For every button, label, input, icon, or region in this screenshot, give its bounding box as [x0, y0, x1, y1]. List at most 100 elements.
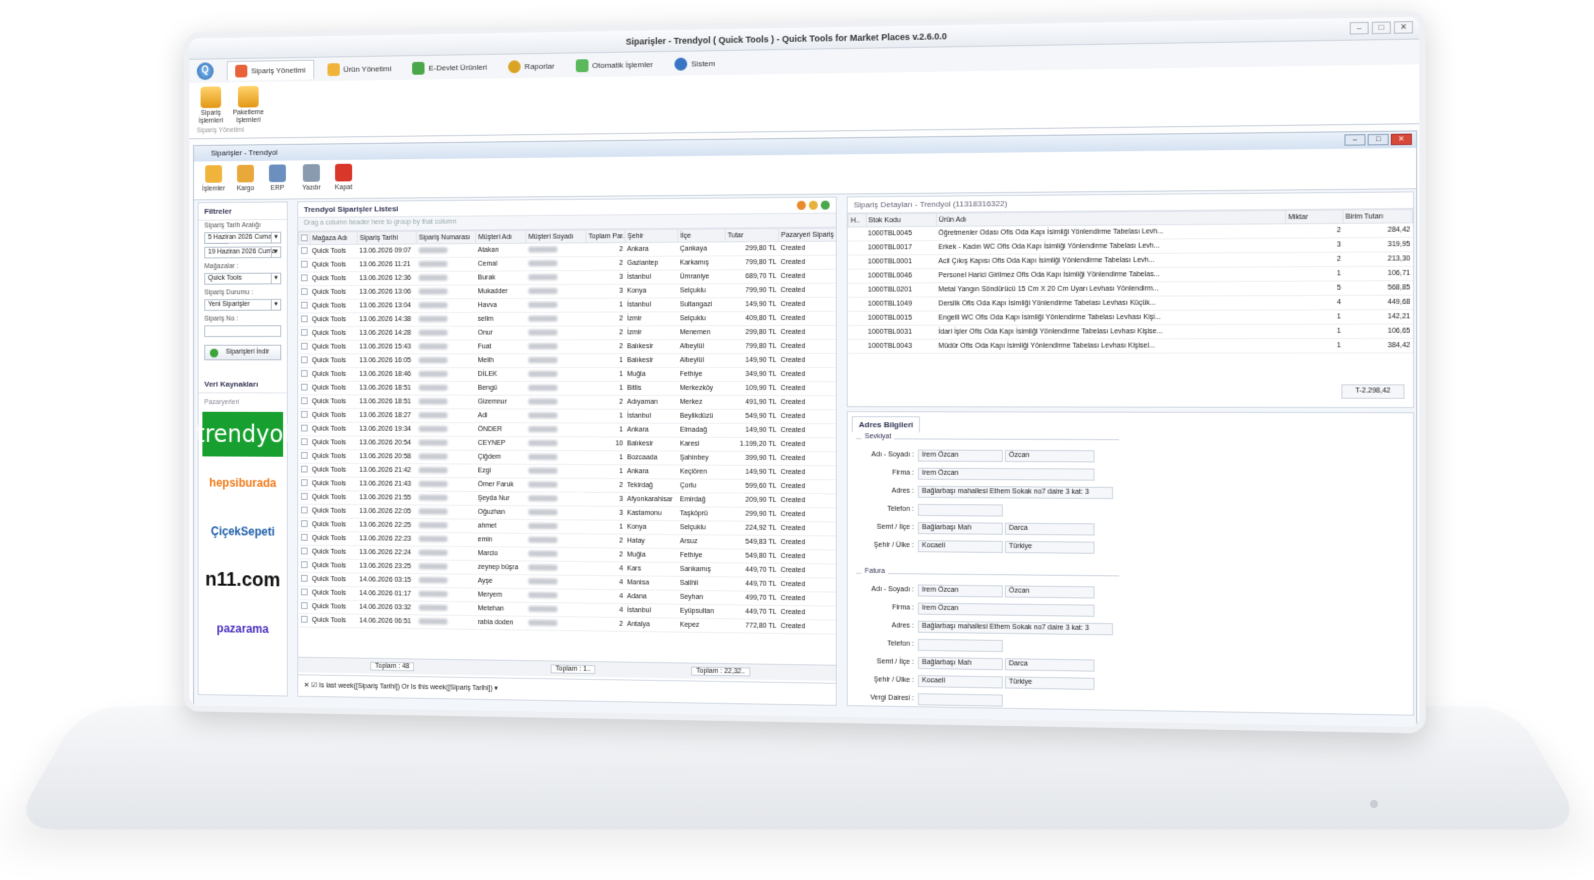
- row-checkbox[interactable]: [298, 258, 310, 273]
- bill-phone-field[interactable]: [917, 638, 1003, 653]
- row-checkbox[interactable]: [298, 449, 310, 464]
- row-checkbox[interactable]: [298, 285, 310, 300]
- row-checkbox[interactable]: [298, 599, 310, 614]
- status-select[interactable]: Yeni Siparişler ▼: [204, 298, 282, 311]
- table-row[interactable]: Quick Tools 13.06.2026 16:05 Melih 1 Balıkes…: [298, 353, 837, 368]
- row-checkbox[interactable]: [298, 517, 310, 532]
- row-checkbox[interactable]: [298, 422, 310, 436]
- row-checkbox[interactable]: [298, 244, 310, 259]
- col-sehir[interactable]: Şehir: [625, 229, 678, 243]
- siparis-islemleri-button[interactable]: Sipariş İşlemleri: [193, 86, 229, 125]
- store-select[interactable]: Quick Tools ▼: [204, 272, 282, 285]
- ship-country-field[interactable]: Türkiye: [1004, 540, 1095, 554]
- ship-last-name-field[interactable]: Özcan: [1004, 449, 1095, 463]
- table-row[interactable]: Quick Tools 13.06.2026 18:51 Bengü 1 Bitlis M…: [298, 381, 837, 396]
- table-row[interactable]: Quick Tools 13.06.2026 18:51 Gizemnur 2 Adıy…: [298, 394, 837, 410]
- table-row[interactable]: 1000TBL0015 Engelli WC Ofis Oda Kapı İsim…: [848, 309, 1413, 326]
- child-close-button[interactable]: ✕: [1390, 133, 1412, 146]
- pazarama-logo[interactable]: pazarama: [202, 606, 283, 652]
- bill-tax-field[interactable]: [917, 693, 1003, 707]
- table-row[interactable]: 1000TBL0031 İdari İşler Ofis Oda Kapı İsi…: [848, 324, 1413, 340]
- row-checkbox[interactable]: [298, 326, 310, 341]
- child-minimize-button[interactable]: –: [1344, 134, 1366, 146]
- ciceksepeti-logo[interactable]: ÇiçekSepeti: [202, 509, 283, 554]
- table-row[interactable]: Quick Tools 13.06.2026 15:43 Fuat 2 Balıkesi…: [298, 339, 837, 354]
- bill-last-name-field[interactable]: Özcan: [1004, 585, 1095, 599]
- app-logo-icon[interactable]: Q: [196, 62, 214, 81]
- bill-country-field[interactable]: Türkiye: [1004, 676, 1095, 690]
- col-toplam-par[interactable]: Toplam Par..: [586, 229, 626, 243]
- hepsiburada-logo[interactable]: hepsiburada: [202, 460, 283, 505]
- order-no-input[interactable]: [204, 325, 282, 338]
- col-ilce[interactable]: İlçe: [677, 228, 726, 243]
- ship-address-field[interactable]: Bağlarbaşı mahallesi Ethem Sokak no7 dai…: [917, 485, 1113, 500]
- select-all-checkbox[interactable]: [298, 231, 310, 245]
- chevron-down-icon[interactable]: ▼: [270, 247, 281, 258]
- row-checkbox[interactable]: [298, 408, 310, 423]
- table-row[interactable]: Quick Tools 13.06.2026 18:27 Adi 1 İstanbul B…: [298, 408, 837, 424]
- bill-district-field[interactable]: Bağlarbaşı Mah: [917, 656, 1003, 671]
- row-checkbox[interactable]: [298, 531, 310, 546]
- row-checkbox[interactable]: [298, 613, 310, 628]
- col-birim-tutari[interactable]: Birim Tutarı: [1343, 209, 1413, 224]
- tab-raporlar[interactable]: Raporlar: [500, 56, 562, 76]
- row-checkbox[interactable]: [298, 435, 310, 450]
- row-checkbox[interactable]: [298, 353, 310, 368]
- row-checkbox[interactable]: [298, 271, 310, 286]
- col-durum[interactable]: Pazaryeri Sipariş Du: [778, 228, 837, 242]
- row-checkbox[interactable]: [298, 476, 310, 491]
- row-checkbox[interactable]: [298, 463, 310, 477]
- table-row[interactable]: Quick Tools 13.06.2026 18:46 DİLEK 1 Muğla Fe…: [298, 367, 837, 382]
- bill-company-field[interactable]: İrem Özcan: [917, 602, 1095, 617]
- table-row[interactable]: Quick Tools 13.06.2026 14:28 Onur 2 İzmir Men…: [298, 325, 837, 341]
- kargo-button[interactable]: Kargo: [231, 164, 259, 193]
- export-icon[interactable]: [808, 200, 818, 210]
- tab-sistem[interactable]: Sistem: [667, 54, 724, 74]
- bill-town-field[interactable]: Darca: [1004, 658, 1095, 672]
- tab-otomatik[interactable]: Otomatik İşlemler: [568, 55, 661, 75]
- col-numara[interactable]: Sipariş Numarası: [416, 230, 476, 244]
- row-checkbox[interactable]: [298, 558, 310, 573]
- table-row[interactable]: Quick Tools 13.06.2026 14:38 selim 2 İzmir Se…: [298, 311, 837, 327]
- row-checkbox[interactable]: [298, 394, 310, 409]
- ship-city-field[interactable]: Kocaeli: [917, 540, 1003, 553]
- settings-icon[interactable]: [796, 200, 806, 210]
- col-stok-kodu[interactable]: Stok Kodu: [865, 213, 937, 227]
- chevron-down-icon[interactable]: ▼: [270, 299, 281, 310]
- col-tarih[interactable]: Sipariş Tarihi: [357, 231, 417, 245]
- row-checkbox[interactable]: [298, 490, 310, 505]
- row-checkbox[interactable]: [298, 340, 310, 354]
- col-h[interactable]: H..: [848, 213, 866, 228]
- col-magaza[interactable]: Mağaza Adı: [309, 231, 358, 245]
- minimize-button[interactable]: –: [1349, 21, 1369, 35]
- bill-first-name-field[interactable]: İrem Özcan: [917, 584, 1003, 598]
- ship-district-field[interactable]: Bağlarbaşı Mah: [917, 522, 1003, 535]
- row-checkbox[interactable]: [298, 586, 310, 600]
- marketplaces-group[interactable]: Pazaryerleri: [199, 397, 287, 408]
- row-checkbox[interactable]: [298, 381, 310, 395]
- row-checkbox[interactable]: [298, 299, 310, 314]
- chevron-down-icon[interactable]: ▼: [270, 232, 281, 243]
- row-checkbox[interactable]: [298, 504, 310, 518]
- tab-adres-bilgileri[interactable]: Adres Bilgileri: [851, 416, 921, 433]
- bill-address-field[interactable]: Bağlarbaşı mahallesi Ethem Sokak no7 dai…: [917, 620, 1113, 636]
- date-to-picker[interactable]: 19 Haziran 2026 Cuma ▼: [204, 246, 282, 259]
- ship-phone-field[interactable]: [917, 503, 1003, 517]
- download-orders-button[interactable]: Siparişleri İndir: [204, 344, 282, 361]
- n11-logo[interactable]: n11.com: [202, 557, 283, 603]
- erp-button[interactable]: ERP: [263, 164, 291, 192]
- col-musteri-soyadi[interactable]: Müşteri Soyadı: [525, 229, 587, 244]
- col-tutar[interactable]: Tutar: [725, 228, 779, 242]
- tab-urun-yonetimi[interactable]: Ürün Yönetimi: [320, 59, 399, 79]
- bill-city-field[interactable]: Kocaeli: [917, 675, 1003, 689]
- paketleme-islemleri-button[interactable]: Paketleme İşlemleri: [230, 85, 266, 125]
- row-checkbox[interactable]: [298, 545, 310, 559]
- date-from-picker[interactable]: 5 Haziran 2026 Cuma ▼: [204, 231, 282, 244]
- chevron-down-icon[interactable]: ▼: [270, 273, 281, 284]
- row-checkbox[interactable]: [298, 367, 310, 382]
- tab-siparis-yonetimi[interactable]: Sipariş Yönetimi: [226, 59, 314, 81]
- maximize-button[interactable]: □: [1371, 21, 1391, 35]
- row-checkbox[interactable]: [298, 312, 310, 327]
- ship-town-field[interactable]: Darca: [1004, 522, 1095, 536]
- ship-company-field[interactable]: İrem Özcan: [917, 467, 1095, 481]
